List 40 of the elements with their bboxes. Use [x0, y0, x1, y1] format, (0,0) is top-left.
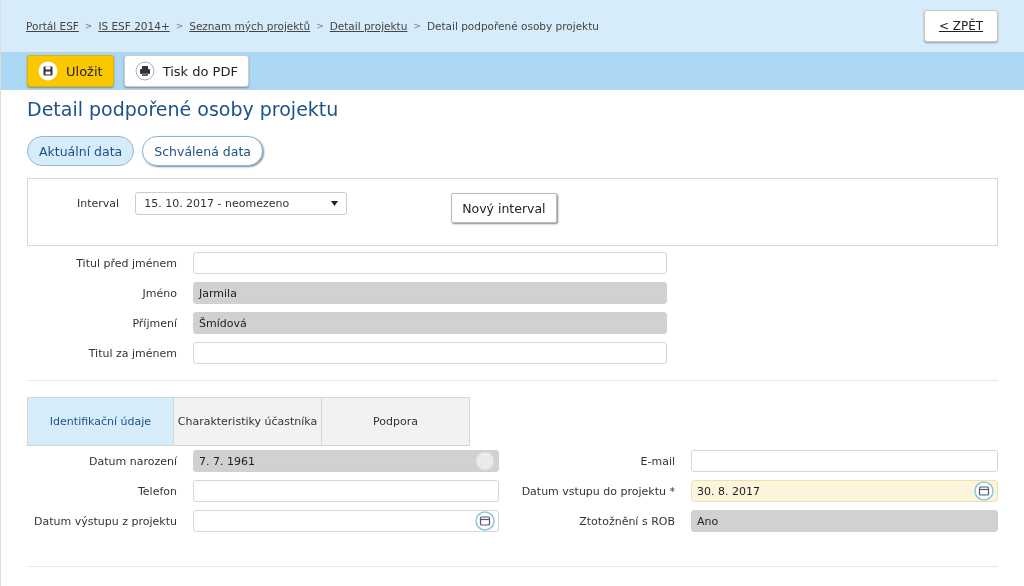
data-tab[interactable]: Schválená data: [142, 136, 263, 166]
breadcrumb-separator: >: [175, 21, 184, 31]
back-button[interactable]: < ZPĚT: [924, 10, 998, 42]
field-label: Titul za jménem: [87, 346, 177, 360]
field-label: Datum výstupu z projektu: [33, 514, 177, 528]
field-label: Interval: [77, 197, 120, 210]
breadcrumb-link[interactable]: Portál ESF: [26, 20, 79, 32]
breadcrumb-separator: >: [84, 21, 93, 31]
breadcrumb-separator: >: [316, 21, 324, 31]
print-button[interactable]: Tisk do PDF: [123, 55, 249, 87]
data-tab[interactable]: Aktuální data: [27, 136, 135, 166]
field-label: Titul před jménem: [75, 256, 177, 270]
section-tab[interactable]: Charakteristiky účastníka: [174, 397, 322, 446]
input-field[interactable]: [193, 480, 499, 502]
floppy-disk-icon: [38, 61, 58, 81]
input-field[interactable]: [193, 342, 667, 364]
field-label: E-mail: [639, 454, 675, 468]
breadcrumb-link[interactable]: IS ESF 2014+: [98, 20, 170, 32]
breadcrumb-link[interactable]: Detail projektu: [329, 20, 408, 32]
breadcrumb-separator: >: [413, 21, 421, 31]
field-label: Telefon: [137, 484, 177, 498]
field-label: Ztotožnění s ROB: [578, 514, 675, 528]
section-tab[interactable]: Podpora: [322, 397, 470, 446]
input-field[interactable]: [193, 252, 667, 274]
caret-icon: [331, 201, 339, 206]
input-field[interactable]: [691, 450, 998, 472]
new-interval-button[interactable]: Nový interval: [451, 193, 557, 223]
field-label: Příjmení: [131, 316, 177, 330]
field-label: Datum narození: [88, 454, 177, 468]
date-field[interactable]: 30. 8. 2017: [691, 480, 998, 502]
breadcrumb-current: Detail podpořené osoby projektu: [426, 20, 599, 32]
field-label: Jméno: [141, 286, 177, 300]
breadcrumb-link[interactable]: Seznam mých projektů: [189, 20, 311, 32]
interval-select[interactable]: 15. 10. 2017 - neomezeno: [135, 192, 348, 215]
date-field[interactable]: [193, 510, 499, 532]
page-title: Detail podpořené osoby projektu: [27, 98, 340, 120]
save-button[interactable]: Uložit: [27, 55, 114, 87]
section-tab[interactable]: Identifikační údaje: [27, 397, 174, 446]
printer-icon: [134, 61, 155, 81]
field-label: Datum vstupu do projektu *: [520, 484, 675, 498]
